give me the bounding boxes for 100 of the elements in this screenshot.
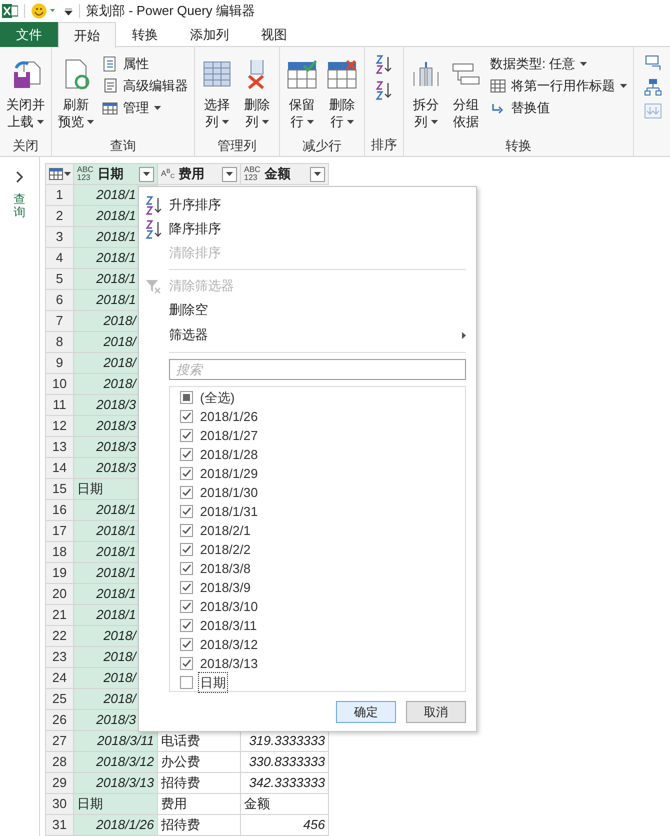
row-number: 26 <box>46 710 74 730</box>
ribbon-button[interactable]: 选择 列 <box>197 52 237 138</box>
column-name: 金额 <box>264 165 292 184</box>
row-number: 28 <box>46 752 74 772</box>
value-label: 2018/3/10 <box>199 598 259 616</box>
row-number: 29 <box>46 773 74 793</box>
type-badge[interactable]: ABC 123 <box>244 166 260 182</box>
type-badge[interactable]: ABC 123 <box>77 166 94 182</box>
append-icon <box>644 102 662 120</box>
table-cell: 招待费 <box>158 815 241 835</box>
checkbox[interactable] <box>180 391 193 404</box>
checkbox[interactable] <box>180 448 193 461</box>
checkbox[interactable] <box>180 543 193 556</box>
checkbox[interactable] <box>180 429 193 442</box>
table-cell: 2018/3/11 <box>74 731 158 751</box>
group-label: 转换 <box>504 137 532 155</box>
value-label: 2018/3/13 <box>199 654 259 673</box>
row-number: 2 <box>46 206 74 226</box>
group-label: 关闭 <box>12 137 40 155</box>
ribbon-small-button[interactable]: 将第一行用作标题 <box>490 76 627 95</box>
value-label: 2018/1/28 <box>199 446 259 464</box>
expand-button[interactable] <box>16 171 24 183</box>
table-icon <box>490 78 506 94</box>
ribbon-tab[interactable]: 添加列 <box>174 22 245 47</box>
ribbon-tab[interactable]: 转换 <box>116 22 174 47</box>
checkbox[interactable] <box>180 600 193 613</box>
checkbox[interactable] <box>180 410 193 423</box>
window-title: 策划部 - Power Query 编辑器 <box>86 2 256 20</box>
checkbox[interactable] <box>180 467 193 480</box>
row-number: 12 <box>46 416 74 436</box>
ribbon-small-button[interactable]: 属性 <box>102 54 188 73</box>
submenu-arrow-icon <box>462 332 466 338</box>
ribbon-small-button[interactable]: 数据类型: 任意 <box>490 54 627 73</box>
caret-icon <box>620 84 627 88</box>
checkbox[interactable] <box>180 524 193 537</box>
sort-descending-icon[interactable] <box>375 80 393 100</box>
row-number: 8 <box>46 332 74 352</box>
value-label: 2018/3/8 <box>199 560 252 578</box>
row-number: 14 <box>46 458 74 478</box>
hierarchy-icon <box>644 78 662 96</box>
value-label: 2018/3/11 <box>199 616 258 635</box>
ribbon-button[interactable]: 关闭并 上载 <box>2 52 49 138</box>
filter-button[interactable] <box>310 166 325 182</box>
ribbon-tab[interactable]: 视图 <box>245 22 303 47</box>
ribbon-button[interactable]: 刷新 预览 <box>54 52 98 138</box>
row-number: 21 <box>46 605 74 625</box>
checkbox[interactable] <box>180 638 193 651</box>
ribbon-small-button[interactable]: 高级编辑器 <box>102 76 188 95</box>
ribbon-small-button[interactable]: 管理 <box>102 98 188 117</box>
cancel-button[interactable]: 取消 <box>406 701 466 723</box>
queries-pane-label[interactable]: 查询 <box>14 193 26 220</box>
ribbon-button[interactable]: 删除 行 <box>322 52 362 138</box>
group-label: 排序 <box>370 136 398 154</box>
row-number: 18 <box>46 542 74 562</box>
clear-filter-icon <box>145 278 161 294</box>
ribbon-small-button[interactable]: 替换值 <box>490 98 627 117</box>
table-cell: 2018/3/13 <box>74 773 158 793</box>
search-field[interactable]: 搜索 <box>169 359 466 380</box>
caret-icon <box>346 120 354 124</box>
value-label: 2018/1/29 <box>199 464 259 483</box>
row-number: 24 <box>46 668 74 688</box>
value-label: (全选) <box>199 388 236 407</box>
checkbox[interactable] <box>180 562 193 575</box>
ribbon-button[interactable]: 删除 列 <box>237 52 277 138</box>
ribbon-button[interactable]: 分组 依据 <box>446 52 486 138</box>
ribbon-button[interactable]: 拆分 列 <box>406 52 446 138</box>
row-number: 7 <box>46 311 74 331</box>
checkbox[interactable] <box>180 505 193 518</box>
row-number: 30 <box>46 794 74 814</box>
ok-button[interactable]: 确定 <box>336 701 396 723</box>
row-number: 11 <box>46 395 74 415</box>
table-icon <box>48 168 62 180</box>
row-number: 25 <box>46 689 74 709</box>
chevron-right-icon <box>16 171 24 183</box>
checkbox[interactable] <box>180 486 193 499</box>
row-number: 15 <box>46 479 74 499</box>
table-menu-button[interactable] <box>48 168 70 180</box>
table-cell: 招待费 <box>158 773 241 793</box>
sort-ascending-icon[interactable] <box>375 54 393 74</box>
checkbox[interactable] <box>180 581 193 594</box>
value-label: 日期 <box>199 672 227 692</box>
ribbon-button[interactable]: 保留 行 <box>282 52 322 138</box>
ribbon-tab[interactable]: 开始 <box>58 22 116 48</box>
filter-button[interactable] <box>222 166 237 182</box>
value-label: 2018/2/2 <box>199 540 252 559</box>
value-label: 2018/2/1 <box>199 522 252 540</box>
row-number: 6 <box>46 290 74 310</box>
delete-rows-icon <box>326 58 358 90</box>
filter-button[interactable] <box>139 166 154 182</box>
checkbox[interactable] <box>180 676 193 689</box>
smiley-icon <box>31 3 57 19</box>
checkbox[interactable] <box>180 619 193 632</box>
caret-icon <box>306 120 314 124</box>
row-number: 27 <box>46 731 74 751</box>
table-cell: 2018/1/26 <box>74 815 158 835</box>
caret-icon <box>222 120 228 124</box>
checkbox[interactable] <box>180 657 193 670</box>
caret-icon <box>143 172 150 176</box>
group-label: 查询 <box>109 137 137 155</box>
file-tab[interactable]: 文件 <box>0 22 58 47</box>
